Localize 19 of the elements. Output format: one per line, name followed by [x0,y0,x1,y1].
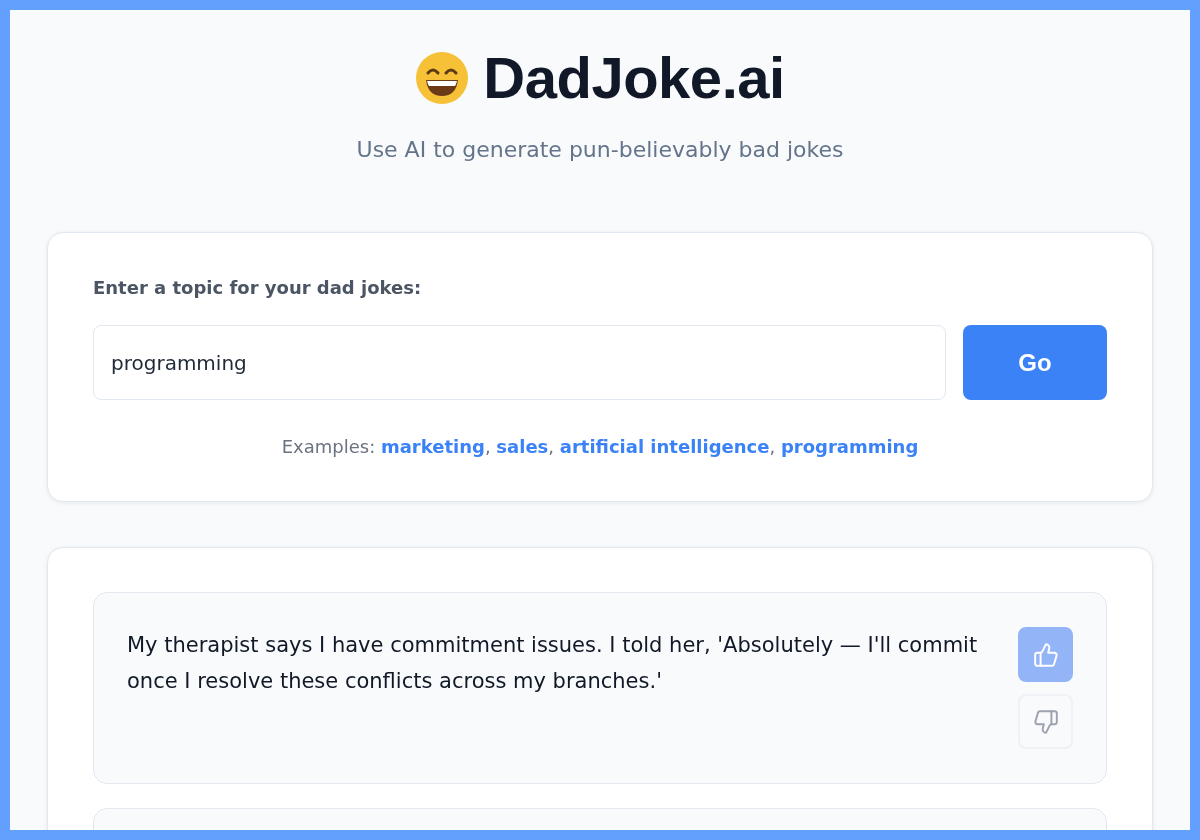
comma: , [484,436,491,457]
example-link[interactable]: sales [496,436,549,457]
example-link[interactable]: marketing [380,436,485,457]
examples-label: Examples: [281,436,376,457]
joke-text: My therapist says I have commitment issues. I told her, 'Absolutely — I'll commit once I resolve these conflicts across my branches.' [127,632,979,695]
thumbs-down-button[interactable] [1018,694,1073,749]
topic-input-field[interactable]: programming [93,325,946,400]
app-title: DadJoke.ai [483,44,785,111]
example-link[interactable]: artificial intelligence [559,436,770,457]
thumbs-down-icon [1032,708,1059,735]
thumbs-up-button[interactable] [1018,627,1073,682]
go-button[interactable]: Go [963,325,1107,400]
subtitle: Use AI to generate pun-believably bad jokes [356,137,844,162]
topic-label: Enter a topic for your dad jokes: [93,277,423,298]
grinning-face-icon [415,50,470,105]
comma: , [769,436,776,457]
thumbs-up-icon [1032,641,1059,668]
example-link[interactable]: programming [780,436,919,457]
comma: , [548,436,555,457]
